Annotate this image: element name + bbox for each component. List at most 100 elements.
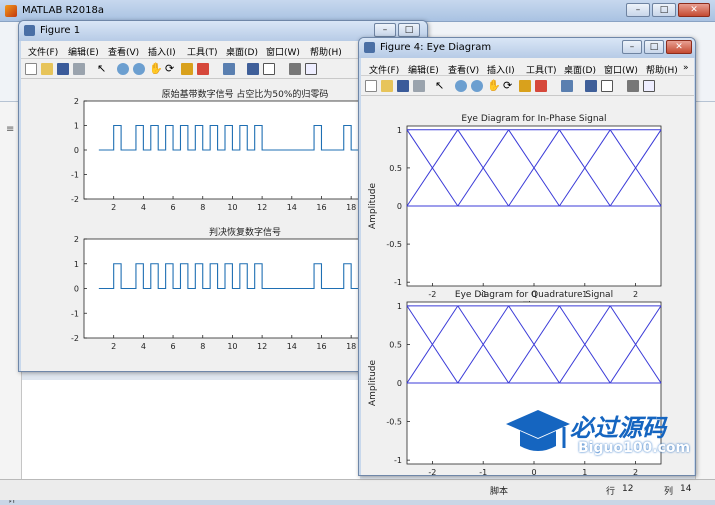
save-icon[interactable] <box>397 80 409 92</box>
plot1-ytick-label: 0 <box>74 146 79 155</box>
show-plot-tools-icon[interactable] <box>643 80 655 92</box>
eye2-ytick-label: 1 <box>397 302 402 311</box>
close-icon[interactable]: ✕ <box>666 40 692 54</box>
menu-desktop[interactable]: 桌面(D) <box>564 63 596 76</box>
plot2-ytick-label: 2 <box>74 235 79 244</box>
colorbar-icon[interactable] <box>585 80 597 92</box>
minimize-icon[interactable]: – <box>626 3 650 17</box>
plot1-xtick-label: 14 <box>287 203 297 212</box>
rotate-icon[interactable]: ⟳ <box>165 63 177 75</box>
figure-icon <box>24 25 35 36</box>
plot1-xtick-label: 6 <box>171 203 176 212</box>
maximize-icon[interactable]: □ <box>398 23 420 37</box>
colorbar-icon[interactable] <box>247 63 259 75</box>
menu-window[interactable]: 窗口(W) <box>266 45 300 58</box>
eye1-xtick-label: 2 <box>633 290 638 299</box>
data-cursor-icon[interactable] <box>181 63 193 75</box>
eye2-ytick-label: 0 <box>397 379 402 388</box>
plot1-xtick-label: 8 <box>200 203 205 212</box>
status-row-label: 行 <box>606 487 616 497</box>
link-plot-icon[interactable] <box>223 63 235 75</box>
open-file-icon[interactable] <box>41 63 53 75</box>
plot1-title: 原始基带数字信号 占空比为50%的归零码 <box>162 88 329 100</box>
plot1-xtick-label: 16 <box>316 203 326 212</box>
maximize-icon[interactable]: □ <box>644 40 664 54</box>
pan-icon[interactable]: ✋ <box>487 80 501 92</box>
status-script: 脚本 <box>490 487 509 497</box>
pointer-icon[interactable]: ↖ <box>97 63 109 75</box>
data-cursor-icon[interactable] <box>519 80 531 92</box>
open-file-icon[interactable] <box>381 80 393 92</box>
menu-view[interactable]: 查看(V) <box>108 45 139 58</box>
menu-tools[interactable]: 工具(T) <box>187 45 218 58</box>
new-figure-icon[interactable] <box>365 80 377 92</box>
eye2-xtick-label: -2 <box>428 468 436 475</box>
eye2-title: Eye Diagram for Quadrature Signal <box>455 290 613 300</box>
brush-icon[interactable] <box>197 63 209 75</box>
plot2-xtick-label: 18 <box>346 342 356 351</box>
menu-insert[interactable]: 插入(I) <box>487 63 515 76</box>
save-icon[interactable] <box>57 63 69 75</box>
menu-file[interactable]: 文件(F) <box>28 45 58 58</box>
menu-view[interactable]: 查看(V) <box>448 63 479 76</box>
status-col-label: 列 <box>664 487 674 497</box>
maximize-icon[interactable]: □ <box>652 3 676 17</box>
legend-icon[interactable] <box>263 63 275 75</box>
pointer-icon[interactable]: ↖ <box>435 80 447 92</box>
menu-insert[interactable]: 插入(I) <box>148 45 176 58</box>
status-row: 12 <box>622 484 634 494</box>
matlab-titlebar[interactable]: MATLAB R2018a – □ ✕ <box>0 0 715 22</box>
menu-edit[interactable]: 编辑(E) <box>68 45 99 58</box>
panel-menu-icon[interactable]: ≡ <box>6 124 14 135</box>
matlab-command-area[interactable] <box>22 380 360 487</box>
print-icon[interactable] <box>73 63 85 75</box>
brush-icon[interactable] <box>535 80 547 92</box>
plot2-title: 判决恢复数字信号 <box>209 226 281 238</box>
close-icon[interactable]: ✕ <box>678 3 710 17</box>
zoom-out-icon[interactable] <box>133 63 145 75</box>
menu-overflow-icon[interactable]: » <box>683 63 689 73</box>
hide-plot-tools-icon[interactable] <box>289 63 301 75</box>
eye2-ytick-label: -0.5 <box>386 418 402 427</box>
matlab-app-icon <box>5 5 17 17</box>
print-icon[interactable] <box>413 80 425 92</box>
eye2-xtick-label: -1 <box>479 468 487 475</box>
figure4-titlebar[interactable]: Figure 4: Eye Diagram – □ ✕ <box>359 38 695 58</box>
watermark-brand: 必过源码 <box>570 414 666 442</box>
eye2-ytick-label: -1 <box>394 456 402 465</box>
menu-tools[interactable]: 工具(T) <box>526 63 557 76</box>
show-plot-tools-icon[interactable] <box>305 63 317 75</box>
plot1-ytick-label: 1 <box>74 122 79 131</box>
zoom-out-icon[interactable] <box>471 80 483 92</box>
minimize-icon[interactable]: – <box>374 23 396 37</box>
zoom-in-icon[interactable] <box>455 80 467 92</box>
matlab-statusbar: 脚本 行 12 列 14 <box>0 479 715 500</box>
eye2-ytick-label: 0.5 <box>389 340 402 349</box>
menu-window[interactable]: 窗口(W) <box>604 63 638 76</box>
figure-icon <box>364 42 375 53</box>
hide-plot-tools-icon[interactable] <box>627 80 639 92</box>
figure4-title: Figure 4: Eye Diagram <box>380 42 492 53</box>
link-plot-icon[interactable] <box>561 80 573 92</box>
menu-file[interactable]: 文件(F) <box>369 63 399 76</box>
zoom-in-icon[interactable] <box>117 63 129 75</box>
figure1-title: Figure 1 <box>40 25 81 36</box>
menu-edit[interactable]: 编辑(E) <box>408 63 439 76</box>
plot1-xtick-label: 2 <box>111 203 116 212</box>
eye1-ylabel: Amplitude <box>368 182 378 229</box>
minimize-icon[interactable]: – <box>622 40 642 54</box>
menu-help[interactable]: 帮助(H) <box>310 45 342 58</box>
eye1-ytick-label: 0.5 <box>389 164 402 173</box>
plot2-ytick-label: 1 <box>74 260 79 269</box>
legend-icon[interactable] <box>601 80 613 92</box>
plot2-xtick-label: 8 <box>200 342 205 351</box>
rotate-icon[interactable]: ⟳ <box>503 80 515 92</box>
plot1-ytick-label: 2 <box>74 97 79 106</box>
plot2-xtick-label: 2 <box>111 342 116 351</box>
eye1-ytick-label: -0.5 <box>386 240 402 249</box>
menu-help[interactable]: 帮助(H) <box>646 63 678 76</box>
new-figure-icon[interactable] <box>25 63 37 75</box>
menu-desktop[interactable]: 桌面(D) <box>226 45 258 58</box>
eye1-ytick-label: -1 <box>394 278 402 287</box>
pan-icon[interactable]: ✋ <box>149 63 163 75</box>
